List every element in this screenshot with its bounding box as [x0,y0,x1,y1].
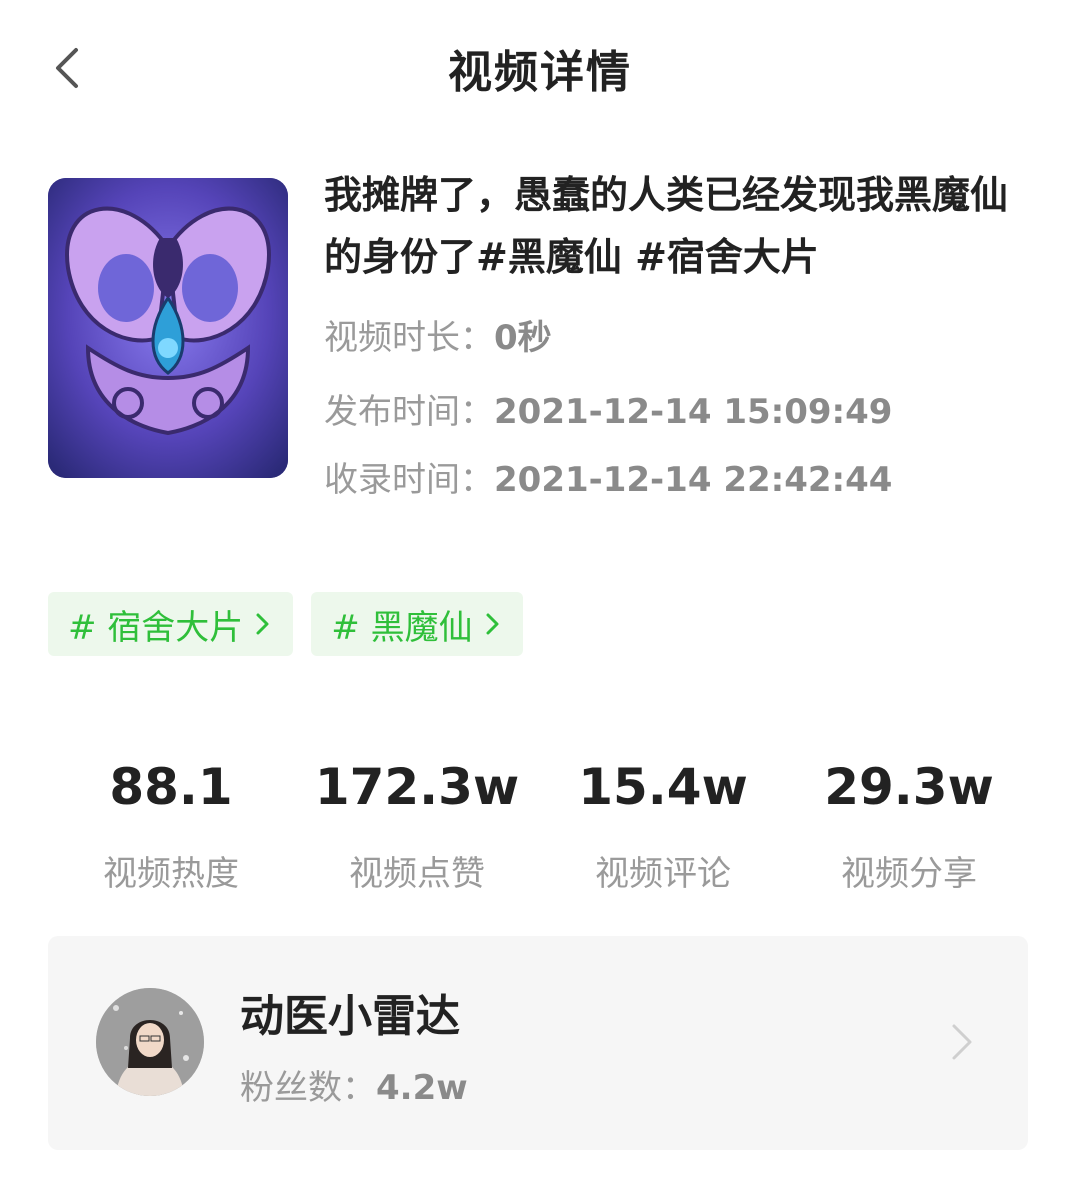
butterfly-mask-image [48,178,288,478]
chevron-right-icon [948,1020,976,1064]
duration-row: 视频时长：0秒 [324,310,552,359]
author-card[interactable]: 动医小雷达 粉丝数：4.2w [48,936,1028,1150]
chevron-right-icon [256,613,269,635]
stat-label: 视频评论 [595,854,731,894]
stat-label: 视频点赞 [349,854,485,894]
stats-row: 88.1 视频热度 172.3w 视频点赞 15.4w 视频评论 29.3w 视… [48,752,1032,895]
publish-time-label: 发布时间： [324,392,494,432]
hashtag-label: # 黑魔仙 [331,607,473,648]
hashtag-chip-dorm[interactable]: # 宿舍大片 [48,592,294,656]
stat-value: 172.3w [314,758,520,816]
followers-value: 4.2w [376,1068,468,1108]
stat-likes: 172.3w 视频点赞 [294,752,540,895]
chevron-right-icon [486,613,499,635]
author-name: 动医小雷达 [240,991,460,1042]
page-title: 视频详情 [448,47,632,98]
record-time-row: 收录时间：2021-12-14 22:42:44 [324,452,892,501]
hashtag-chip-black-magic[interactable]: # 黑魔仙 [311,592,523,656]
avatar [96,988,204,1096]
followers-label: 粉丝数： [240,1068,376,1108]
record-time-value: 2021-12-14 22:42:44 [494,460,893,500]
stat-shares: 29.3w 视频分享 [786,752,1032,895]
publish-time-value: 2021-12-14 15:09:49 [494,392,893,432]
followers-row: 粉丝数：4.2w [240,1060,468,1109]
stat-value: 88.1 [109,758,233,816]
video-title: 我摊牌了，愚蠢的人类已经发现我黑魔仙的身份了#黑魔仙 #宿舍大片 [324,173,1009,279]
stat-comments: 15.4w 视频评论 [540,752,786,895]
stat-label: 视频分享 [841,854,977,894]
stat-value: 15.4w [578,758,748,816]
duration-label: 视频时长： [324,318,494,358]
video-thumbnail[interactable] [48,178,288,478]
header-bar: 视频详情 [0,0,1080,135]
hashtag-list: # 宿舍大片 # 黑魔仙 [48,592,523,656]
publish-time-row: 发布时间：2021-12-14 15:09:49 [324,384,892,433]
stat-label: 视频热度 [103,854,239,894]
record-time-label: 收录时间： [324,460,494,500]
hashtag-label: # 宿舍大片 [68,607,244,648]
stat-heat: 88.1 视频热度 [48,752,294,895]
duration-value: 0秒 [494,318,552,358]
author-photo [96,988,204,1096]
stat-value: 29.3w [824,758,994,816]
